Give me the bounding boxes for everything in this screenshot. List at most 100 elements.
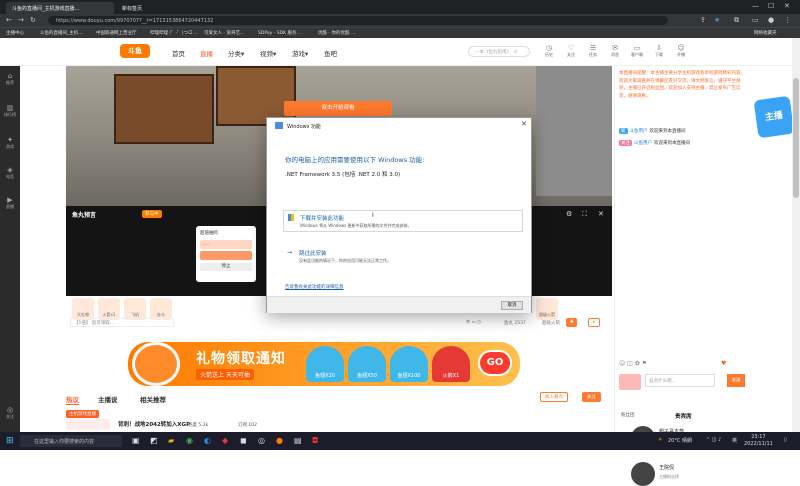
store-icon[interactable]: ◼: [240, 436, 247, 445]
share-icon[interactable]: ⇪: [700, 16, 706, 24]
back-icon[interactable]: ←: [6, 16, 12, 24]
reload-icon[interactable]: ↻: [30, 16, 36, 24]
settings-icon[interactable]: ⚙: [566, 210, 572, 218]
gift-icon[interactable]: ♥: [721, 360, 726, 367]
bookmark-item[interactable]: 优酷 - 你的优酷 …: [318, 30, 355, 36]
browser-tab-new[interactable]: 新标签页: [116, 2, 176, 14]
category-badge[interactable]: 主机游戏直播: [66, 410, 99, 418]
bookmark-folder[interactable]: 网络收藏夹: [754, 30, 777, 36]
tab-hot[interactable]: 热议: [66, 394, 79, 405]
sidebar-item-esports[interactable]: ◈ 电竞: [0, 166, 20, 180]
close-icon[interactable]: ✕: [521, 120, 527, 128]
danmaku-input[interactable]: 【1倍】 您可领取…: [70, 318, 174, 327]
card-option[interactable]: [200, 251, 252, 260]
follow-button[interactable]: ♡ 关注: [562, 44, 580, 58]
nav-game[interactable]: 游戏▾: [292, 48, 308, 58]
browser-tab-active[interactable]: 斗鱼的直播间_主机游戏直播…: [6, 2, 114, 14]
bookmark-item[interactable]: 斗鱼的直播间_主机…: [40, 30, 83, 36]
scrollbar-thumb[interactable]: [793, 78, 799, 198]
client-button[interactable]: ▭ 客户端: [628, 44, 646, 58]
skip-install-option[interactable]: → 跳过此安装 没有此功能的情况下，你的应用可能无法正常工作。: [283, 246, 523, 268]
gift-item[interactable]: 大礼物: [72, 298, 94, 320]
chrome-icon[interactable]: ◉: [186, 436, 193, 445]
bookmark-star-icon[interactable]: ★: [714, 16, 720, 24]
search-icon[interactable]: ⌕: [514, 48, 517, 56]
avatar[interactable]: ☺ 开播: [672, 44, 690, 58]
emoji-icon[interactable]: ☺ ◫ ✿ ⚑: [619, 360, 647, 367]
download-install-option[interactable]: 下载并安装此功能 Windows 将从 Windows 更新中获取所需的文件并完…: [283, 210, 523, 232]
tab-related[interactable]: 相关推荐: [140, 394, 166, 404]
task-button[interactable]: ☰ 任务: [584, 44, 602, 58]
terminal-icon[interactable]: ▤: [294, 436, 302, 445]
bookmark-item[interactable]: 可爱女人 - 爱奇艺…: [204, 30, 244, 36]
widgets-icon[interactable]: ◩: [150, 436, 158, 445]
sidebar-item-game[interactable]: ✦ 游戏: [0, 136, 20, 150]
download-button[interactable]: ⇩ 下载: [650, 44, 668, 58]
start-watch-button[interactable]: 双击开始观看: [284, 101, 392, 116]
settings-small-icon[interactable]: ⚙ ▭ ◷: [466, 320, 481, 325]
sidebar-item-live[interactable]: ▶ 直播: [0, 196, 20, 210]
fullscreen-icon[interactable]: ⛶: [582, 210, 587, 219]
learn-more-link[interactable]: 告诉我有关此功能的详细信息: [285, 284, 344, 290]
close-icon[interactable]: ✕: [784, 2, 790, 10]
extensions-icon[interactable]: ⧉: [734, 16, 739, 25]
gift-item[interactable]: 办卡: [150, 298, 172, 320]
edge-icon[interactable]: ◐: [204, 436, 211, 445]
fan-name[interactable]: 王院侃: [659, 464, 674, 471]
go-button[interactable]: GO: [478, 350, 512, 376]
gift-item[interactable]: 超级火箭: [536, 298, 558, 320]
message-button[interactable]: ✉ 消息: [606, 44, 624, 58]
nav-fishbar[interactable]: 鱼吧: [324, 48, 337, 58]
search-input[interactable]: 一本《鱼丸指南》: [468, 46, 530, 57]
sidebar-item-recommend[interactable]: ⌂ 推荐: [0, 72, 20, 86]
app-icon[interactable]: ◆: [222, 436, 228, 445]
bookmark-item[interactable]: 主播中心: [6, 30, 24, 36]
nav-live[interactable]: 直播: [200, 48, 213, 58]
minimize-icon[interactable]: —: [752, 2, 759, 10]
input-language[interactable]: 英: [732, 437, 737, 444]
chat-input[interactable]: 说点什么吧…: [645, 374, 715, 387]
stop-button[interactable]: 停止: [200, 263, 252, 271]
card-option[interactable]: ……: [200, 240, 252, 249]
tray-icons[interactable]: ⌃ ◫ ♪: [706, 437, 721, 443]
avatar[interactable]: [631, 462, 655, 486]
file-explorer-icon[interactable]: ▰: [168, 436, 174, 445]
tab-streamer[interactable]: 主播说: [98, 394, 118, 404]
history-button[interactable]: ◷ 历史: [540, 44, 558, 58]
url-input[interactable]: https://www.douyu.com/9970707?__t=171315…: [48, 16, 668, 25]
taskview-icon[interactable]: ▣: [132, 436, 140, 445]
sidebar-item-rank[interactable]: ▥ 排行榜: [0, 104, 20, 118]
send-button[interactable]: 发送: [727, 374, 745, 387]
gift-banner[interactable]: 礼物领取通知 火箭送上 天天可抽 鱼翅X20 鱼翅X50 鱼翅X100 火箭X1…: [128, 342, 520, 386]
cancel-button[interactable]: 取消: [501, 301, 523, 310]
windows-start-icon[interactable]: ⊞: [6, 436, 14, 446]
close-icon[interactable]: ✕: [598, 210, 604, 218]
douyu-logo[interactable]: 斗鱼: [120, 44, 150, 58]
more-button[interactable]: ▸: [588, 318, 601, 327]
follow-button[interactable]: 关注: [582, 392, 601, 402]
page-scrollbar[interactable]: [792, 38, 800, 432]
bookmark-item[interactable]: SDPay - SDK 服务…: [258, 30, 301, 36]
steam-icon[interactable]: ◎: [258, 436, 265, 445]
weather-icon[interactable]: ☀: [658, 437, 662, 443]
forward-icon[interactable]: →: [18, 16, 24, 24]
fans-tab[interactable]: 粉丝团: [621, 412, 635, 418]
weather-text[interactable]: 20°C 晴朗: [668, 437, 692, 444]
profile-icon[interactable]: ●: [768, 16, 774, 24]
gift-item[interactable]: 飞机: [124, 298, 146, 320]
user-name[interactable]: 斗鱼用户: [630, 129, 648, 134]
bookmark-item[interactable]: 哔哩哔哩 (゜-゜)つロ…: [150, 30, 197, 36]
sidepanel-icon[interactable]: ▭: [752, 16, 759, 24]
menu-icon[interactable]: ⋮: [784, 16, 791, 24]
system-clock[interactable]: 23:17 2022/11/11: [744, 434, 773, 448]
vip-tab[interactable]: 贵宾席: [675, 412, 692, 420]
nav-category[interactable]: 分类▾: [228, 48, 244, 58]
sidebar-item-follow[interactable]: ◎ 关注: [0, 406, 20, 420]
user-name[interactable]: 斗鱼用户: [634, 141, 652, 146]
gift-item[interactable]: 火箭x1: [98, 298, 120, 320]
rocket-button[interactable]: ▲: [566, 318, 578, 327]
media-icon[interactable]: ◘: [312, 436, 318, 445]
join-button[interactable]: 加入看点: [540, 392, 568, 402]
nav-video[interactable]: 视频▾: [260, 48, 276, 58]
maximize-icon[interactable]: ☐: [768, 2, 774, 10]
